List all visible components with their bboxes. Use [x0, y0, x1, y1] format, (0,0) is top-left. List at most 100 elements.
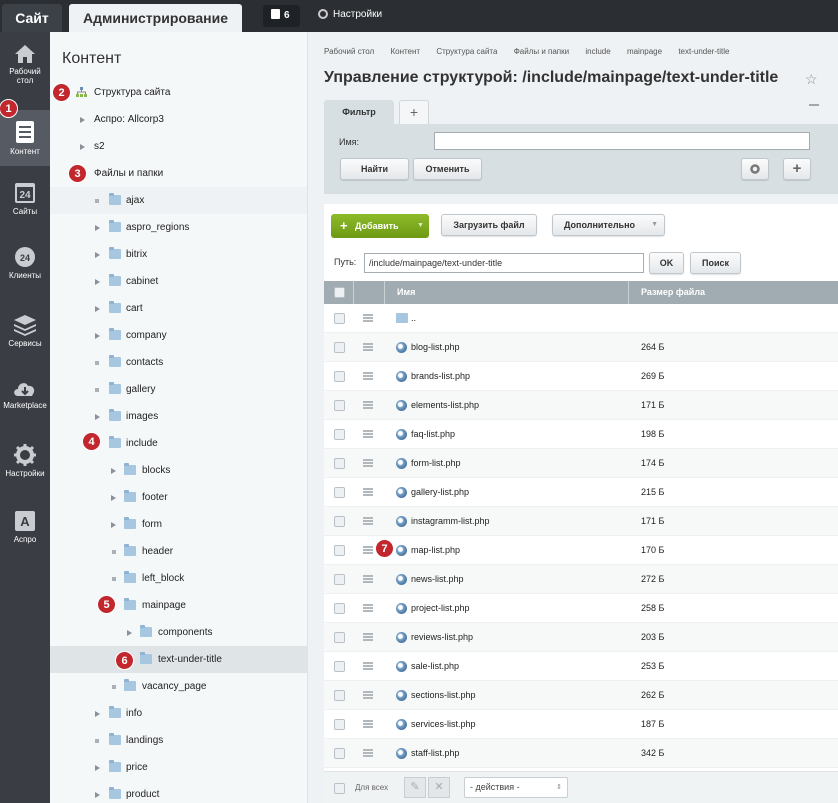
edit-pencil-icon[interactable]: ✎ — [404, 777, 426, 798]
column-header-size[interactable]: Размер файла — [641, 281, 705, 304]
file-name[interactable]: services-list.php — [411, 710, 476, 739]
row-menu-icon[interactable] — [363, 372, 373, 380]
search-button[interactable]: Поиск — [690, 252, 741, 274]
expand-arrow-icon[interactable] — [80, 144, 85, 150]
tree-item-components[interactable]: components — [50, 619, 307, 646]
tree-item-images[interactable]: images — [50, 403, 307, 430]
table-row[interactable]: faq-list.php 198 Б — [324, 420, 838, 449]
table-row[interactable]: sale-list.php 253 Б — [324, 652, 838, 681]
row-menu-icon[interactable] — [363, 546, 373, 554]
file-name[interactable]: gallery-list.php — [411, 478, 469, 507]
file-name[interactable]: .. — [411, 304, 416, 333]
breadcrumb-item[interactable]: text-under-title — [678, 47, 729, 56]
row-checkbox[interactable] — [334, 603, 345, 614]
tree-item-form[interactable]: form — [50, 511, 307, 538]
table-row[interactable]: elements-list.php 171 Б — [324, 391, 838, 420]
expand-arrow-icon[interactable] — [111, 495, 116, 501]
expand-arrow-icon[interactable] — [95, 279, 100, 285]
column-header-name[interactable]: Имя — [397, 281, 415, 304]
tree-item-text-under-title[interactable]: text-under-title — [50, 646, 307, 673]
file-name[interactable]: sale-list.php — [411, 652, 459, 681]
row-checkbox[interactable] — [334, 371, 345, 382]
expand-arrow-icon[interactable] — [95, 792, 100, 798]
table-row[interactable]: map-list.php 170 Б — [324, 536, 838, 565]
for-all-checkbox[interactable] — [334, 783, 345, 794]
row-checkbox[interactable] — [334, 574, 345, 585]
menu-item-sites[interactable]: 24 Сайты — [0, 182, 50, 222]
menu-item-aspro[interactable]: A Аспро — [0, 510, 50, 550]
menu-item-services[interactable]: Сервисы — [0, 314, 50, 354]
tree-item-aspro-regions[interactable]: aspro_regions — [50, 214, 307, 241]
table-row-parent[interactable]: .. — [324, 304, 838, 333]
row-checkbox[interactable] — [334, 313, 345, 324]
table-row[interactable]: instagramm-list.php 171 Б — [324, 507, 838, 536]
row-menu-icon[interactable] — [363, 488, 373, 496]
row-menu-icon[interactable] — [363, 343, 373, 351]
expand-arrow-icon[interactable] — [95, 765, 100, 771]
tree-item-footer[interactable]: footer — [50, 484, 307, 511]
tree-item-gallery[interactable]: gallery — [50, 376, 307, 403]
row-checkbox[interactable] — [334, 458, 345, 469]
row-checkbox[interactable] — [334, 661, 345, 672]
path-input[interactable]: /include/mainpage/text-under-title — [364, 253, 644, 273]
tab-admin[interactable]: Администрирование — [69, 4, 242, 32]
table-row[interactable]: reviews-list.php 203 Б — [324, 623, 838, 652]
table-row[interactable]: brands-list.php 269 Б — [324, 362, 838, 391]
breadcrumb-item[interactable]: Рабочий стол — [324, 47, 374, 56]
file-name[interactable]: staff-list.php — [411, 739, 459, 768]
tree-item-price[interactable]: price — [50, 754, 307, 781]
menu-item-desktop[interactable]: Рабочий стол — [0, 44, 50, 102]
expand-arrow-icon[interactable] — [111, 468, 116, 474]
expand-arrow-icon[interactable] — [80, 117, 85, 123]
tree-item-product[interactable]: product — [50, 781, 307, 803]
row-checkbox[interactable] — [334, 400, 345, 411]
row-menu-icon[interactable] — [363, 517, 373, 525]
table-row[interactable]: staff-list.php 342 Б — [324, 739, 838, 768]
tree-item-blocks[interactable]: blocks — [50, 457, 307, 484]
tab-site[interactable]: Сайт — [2, 4, 62, 32]
file-name[interactable]: sections-list.php — [411, 681, 476, 710]
row-menu-icon[interactable] — [363, 749, 373, 757]
file-name[interactable]: faq-list.php — [411, 420, 455, 449]
row-checkbox[interactable] — [334, 429, 345, 440]
menu-item-marketplace[interactable]: Marketplace — [0, 378, 50, 418]
cancel-button[interactable]: Отменить — [413, 158, 482, 180]
expand-arrow-icon[interactable] — [95, 252, 100, 258]
breadcrumb-item[interactable]: Контент — [390, 47, 420, 56]
file-name[interactable]: elements-list.php — [411, 391, 479, 420]
expand-arrow-icon[interactable] — [127, 630, 132, 636]
tree-item-header[interactable]: header — [50, 538, 307, 565]
expand-arrow-icon[interactable] — [95, 711, 100, 717]
filter-settings-button[interactable] — [741, 158, 769, 180]
row-checkbox[interactable] — [334, 632, 345, 643]
table-row[interactable]: blog-list.php 264 Б — [324, 333, 838, 362]
tree-item-cabinet[interactable]: cabinet — [50, 268, 307, 295]
settings-link[interactable]: Настройки — [318, 9, 382, 20]
row-menu-icon[interactable] — [363, 430, 373, 438]
actions-select[interactable]: - действия - ⇕ — [464, 777, 568, 798]
file-name[interactable]: form-list.php — [411, 449, 461, 478]
row-menu-icon[interactable] — [363, 575, 373, 583]
menu-item-clients[interactable]: 24 Клиенты — [0, 246, 50, 286]
row-checkbox[interactable] — [334, 690, 345, 701]
row-menu-icon[interactable] — [363, 691, 373, 699]
expand-arrow-icon[interactable] — [95, 333, 100, 339]
file-name[interactable]: blog-list.php — [411, 333, 460, 362]
tree-item-site-structure[interactable]: Структура сайта — [50, 79, 307, 106]
expand-arrow-icon[interactable] — [95, 225, 100, 231]
row-menu-icon[interactable] — [363, 662, 373, 670]
file-name[interactable]: instagramm-list.php — [411, 507, 490, 536]
row-menu-icon[interactable] — [363, 314, 373, 322]
tree-item-vacancy-page[interactable]: vacancy_page — [50, 673, 307, 700]
more-button[interactable]: Дополнительно ▼ — [552, 214, 665, 236]
tree-item-aspro-allcorp3[interactable]: Аспро: Allcorp3 — [50, 106, 307, 133]
table-row[interactable]: form-list.php 174 Б — [324, 449, 838, 478]
row-menu-icon[interactable] — [363, 401, 373, 409]
table-row[interactable]: services-list.php 187 Б — [324, 710, 838, 739]
upload-file-button[interactable]: Загрузить файл — [441, 214, 537, 236]
expand-arrow-icon[interactable] — [95, 306, 100, 312]
expand-arrow-icon[interactable] — [111, 522, 116, 528]
table-row[interactable]: project-list.php 258 Б — [324, 594, 838, 623]
select-all-checkbox[interactable] — [334, 287, 345, 298]
breadcrumb-item[interactable]: mainpage — [627, 47, 662, 56]
